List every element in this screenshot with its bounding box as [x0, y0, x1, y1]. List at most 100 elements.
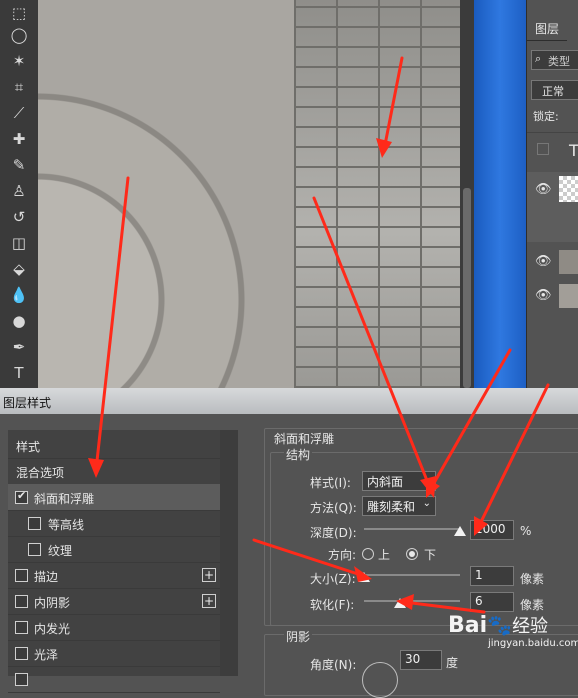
lasso-tool-icon[interactable]: ◯ [0, 22, 38, 48]
size-input[interactable]: 1 [470, 566, 514, 586]
technique-select[interactable]: 雕刻柔和 ⌄ [362, 496, 436, 516]
chevron-down-icon: ⌄ [422, 498, 431, 509]
blur-tool-icon[interactable]: 💧 [0, 282, 38, 308]
pen-tool-icon[interactable]: ✒ [0, 334, 38, 360]
angle-label: 角度(N): [310, 658, 357, 672]
layer-search-input[interactable]: ⌕ 类型 [531, 50, 578, 70]
soften-slider[interactable] [364, 600, 460, 602]
baidu-watermark: Bai🐾经验 jingyan.baidu.com [448, 612, 578, 649]
style-list: 样式 混合选项 ✔ 斜面和浮雕 等高线 纹理 描边 + 内阴影 + 内发光 光泽 [8, 430, 238, 693]
layer-thumbnail [559, 250, 578, 274]
desktop-background [474, 0, 526, 388]
style-item-texture[interactable]: 纹理 [8, 536, 220, 563]
size-slider[interactable] [364, 574, 460, 576]
satin-checkbox[interactable] [15, 647, 28, 660]
eraser-tool-icon[interactable]: ◫ [0, 230, 38, 256]
style-item-label: 纹理 [48, 544, 73, 558]
brush-tool-icon[interactable]: ✎ [0, 152, 38, 178]
depth-unit: % [520, 524, 532, 538]
text-layer-icon: T [569, 141, 578, 160]
add-stroke-button[interactable]: + [202, 568, 216, 582]
style-item-label: 内发光 [34, 622, 71, 636]
blend-options-label: 混合选项 [16, 466, 65, 480]
style-item-label: 描边 [34, 570, 59, 584]
style-label: 样式(I): [310, 476, 351, 490]
lock-label: 锁定: [533, 110, 559, 123]
size-value: 1 [475, 568, 483, 582]
structure-title: 结构 [284, 446, 313, 463]
style-item-stroke[interactable]: 描边 + [8, 562, 220, 589]
style-header-label: 样式 [16, 440, 41, 454]
layer-row-text[interactable]: T [527, 132, 578, 173]
soften-slider-handle[interactable] [394, 598, 406, 608]
soften-input[interactable]: 6 [470, 592, 514, 612]
partial-checkbox[interactable] [15, 673, 28, 686]
style-item-inner-shadow[interactable]: 内阴影 + [8, 588, 220, 615]
stone-relief-image [38, 0, 294, 388]
eyedropper-tool-icon[interactable]: ⟋ [0, 100, 38, 126]
bevel-section-title: 斜面和浮雕 [274, 432, 335, 446]
layer-row-image-1[interactable]: 👁 [527, 246, 578, 278]
size-slider-handle[interactable] [358, 572, 370, 582]
tab-layers[interactable]: 图层 [527, 14, 567, 41]
blend-mode-value: 正常 [542, 85, 564, 98]
soften-unit: 像素 [520, 598, 545, 612]
style-item-partial[interactable] [8, 666, 220, 693]
visibility-toggle[interactable] [537, 143, 549, 155]
style-item-label: 内阴影 [34, 596, 71, 610]
watermark-brand: Bai [448, 613, 488, 638]
bevel-style-value: 内斜面 [367, 475, 404, 489]
style-item-contour[interactable]: 等高线 [8, 510, 220, 537]
style-list-header[interactable]: 样式 [8, 432, 220, 459]
depth-value: 1000 [475, 522, 506, 536]
style-item-satin[interactable]: 光泽 [8, 640, 220, 667]
style-item-label: 斜面和浮雕 [34, 492, 95, 506]
contour-checkbox[interactable] [28, 517, 41, 530]
type-tool-icon[interactable]: T [0, 360, 38, 386]
eye-icon[interactable]: 👁 [535, 254, 552, 269]
eye-icon[interactable]: 👁 [535, 182, 552, 197]
layers-panel: 图层 ⌕ 类型 正常 锁定: T 👁 👁 👁 [526, 0, 578, 388]
healing-brush-tool-icon[interactable]: ✚ [0, 126, 38, 152]
angle-dial[interactable] [362, 662, 398, 698]
chevron-down-icon: ⌄ [422, 473, 431, 484]
paint-bucket-tool-icon[interactable]: ⬙ [0, 256, 38, 282]
dialog-titlebar[interactable]: 图层样式 [0, 388, 578, 414]
bevel-checkbox[interactable]: ✔ [15, 489, 28, 504]
depth-label: 深度(D): [310, 526, 357, 540]
layer-row-selected[interactable]: 👁 [527, 172, 578, 242]
inner-shadow-checkbox[interactable] [15, 595, 28, 608]
paw-icon: 🐾 [487, 613, 513, 637]
technique-value: 雕刻柔和 [367, 500, 416, 514]
eye-icon[interactable]: 👁 [535, 288, 552, 303]
angle-input[interactable]: 30 [400, 650, 442, 670]
depth-input[interactable]: 1000 [470, 520, 514, 540]
magic-wand-tool-icon[interactable]: ✶ [0, 48, 38, 74]
dodge-tool-icon[interactable]: ● [0, 308, 38, 334]
blend-mode-select[interactable]: 正常 [531, 80, 578, 100]
add-inner-shadow-button[interactable]: + [202, 594, 216, 608]
style-list-scrollbar[interactable] [220, 430, 238, 676]
direction-down-radio[interactable] [406, 548, 418, 560]
tools-panel: ⬚ ◯ ✶ ⌗ ⟋ ✚ ✎ ♙ ↺ ◫ ⬙ 💧 ● ✒ T [0, 0, 39, 392]
direction-up-radio[interactable] [362, 548, 374, 560]
style-item-inner-glow[interactable]: 内发光 [8, 614, 220, 641]
bevel-style-select[interactable]: 内斜面 ⌄ [362, 471, 436, 491]
layer-row-image-2[interactable]: 👁 [527, 280, 578, 312]
depth-slider[interactable] [364, 528, 460, 530]
clone-stamp-tool-icon[interactable]: ♙ [0, 178, 38, 204]
texture-checkbox[interactable] [28, 543, 41, 556]
brick-wall-image [294, 0, 460, 388]
history-brush-tool-icon[interactable]: ↺ [0, 204, 38, 230]
crop-tool-icon[interactable]: ⌗ [0, 74, 38, 100]
inner-glow-checkbox[interactable] [15, 621, 28, 634]
stroke-checkbox[interactable] [15, 569, 28, 582]
direction-up-label: 上 [378, 548, 391, 562]
direction-down-label: 下 [424, 548, 437, 562]
canvas-scroll-thumb[interactable] [463, 188, 471, 388]
blend-options-item[interactable]: 混合选项 [8, 458, 220, 485]
depth-slider-handle[interactable] [454, 526, 466, 536]
document-canvas[interactable] [38, 0, 460, 388]
dialog-title: 图层样式 [3, 396, 52, 410]
style-item-bevel[interactable]: ✔ 斜面和浮雕 [8, 484, 220, 511]
